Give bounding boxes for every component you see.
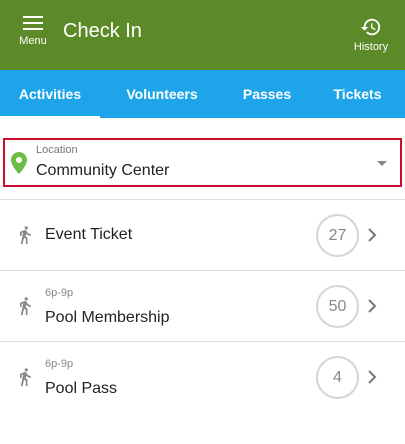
- page-title: Check In: [63, 20, 142, 42]
- hamburger-icon: [23, 16, 43, 30]
- activity-name: Pool Pass: [45, 380, 118, 397]
- activity-time: 6p-9p: [45, 358, 74, 370]
- chevron-down-icon: [377, 161, 387, 166]
- tab-label: Tickets: [333, 86, 382, 102]
- menu-label: Menu: [19, 35, 47, 47]
- activity-name: Pool Membership: [45, 309, 170, 326]
- list-item-event-ticket[interactable]: Event Ticket 27: [0, 199, 405, 270]
- history-label: History: [353, 41, 389, 53]
- runner-icon: [20, 297, 31, 316]
- location-select[interactable]: Location Community Center: [3, 138, 402, 187]
- app-header: Menu Check In History: [0, 0, 405, 70]
- history-icon: [360, 18, 381, 36]
- chevron-right-icon: [368, 370, 377, 384]
- tab-volunteers[interactable]: Volunteers: [100, 70, 224, 118]
- chevron-right-icon: [368, 299, 377, 313]
- activity-name: Event Ticket: [45, 226, 133, 243]
- count-badge: 4: [316, 356, 359, 399]
- list-item-pool-pass[interactable]: 6p-9p Pool Pass 4: [0, 341, 405, 412]
- history-button[interactable]: History: [350, 16, 392, 56]
- menu-button[interactable]: Menu: [14, 16, 52, 56]
- runner-icon: [20, 226, 31, 245]
- tab-label: Activities: [18, 86, 82, 102]
- chevron-right-icon: [368, 228, 377, 242]
- tab-label: Passes: [242, 86, 292, 102]
- tab-activities[interactable]: Activities: [0, 70, 100, 118]
- tab-passes[interactable]: Passes: [224, 70, 310, 118]
- tab-label: Volunteers: [126, 86, 198, 102]
- map-pin-icon: [11, 152, 27, 174]
- count-badge: 50: [316, 285, 359, 328]
- location-label: Location: [36, 144, 78, 156]
- list-item-pool-membership[interactable]: 6p-9p Pool Membership 50: [0, 270, 405, 341]
- location-value: Community Center: [36, 162, 170, 179]
- count-badge: 27: [316, 214, 359, 257]
- tab-tickets[interactable]: Tickets: [310, 70, 405, 118]
- activity-list: Event Ticket 27 6p-9p Pool Membership 50…: [0, 199, 405, 412]
- runner-icon: [20, 368, 31, 387]
- activity-time: 6p-9p: [45, 287, 74, 299]
- tab-bar: Activities Volunteers Passes Tickets: [0, 70, 405, 118]
